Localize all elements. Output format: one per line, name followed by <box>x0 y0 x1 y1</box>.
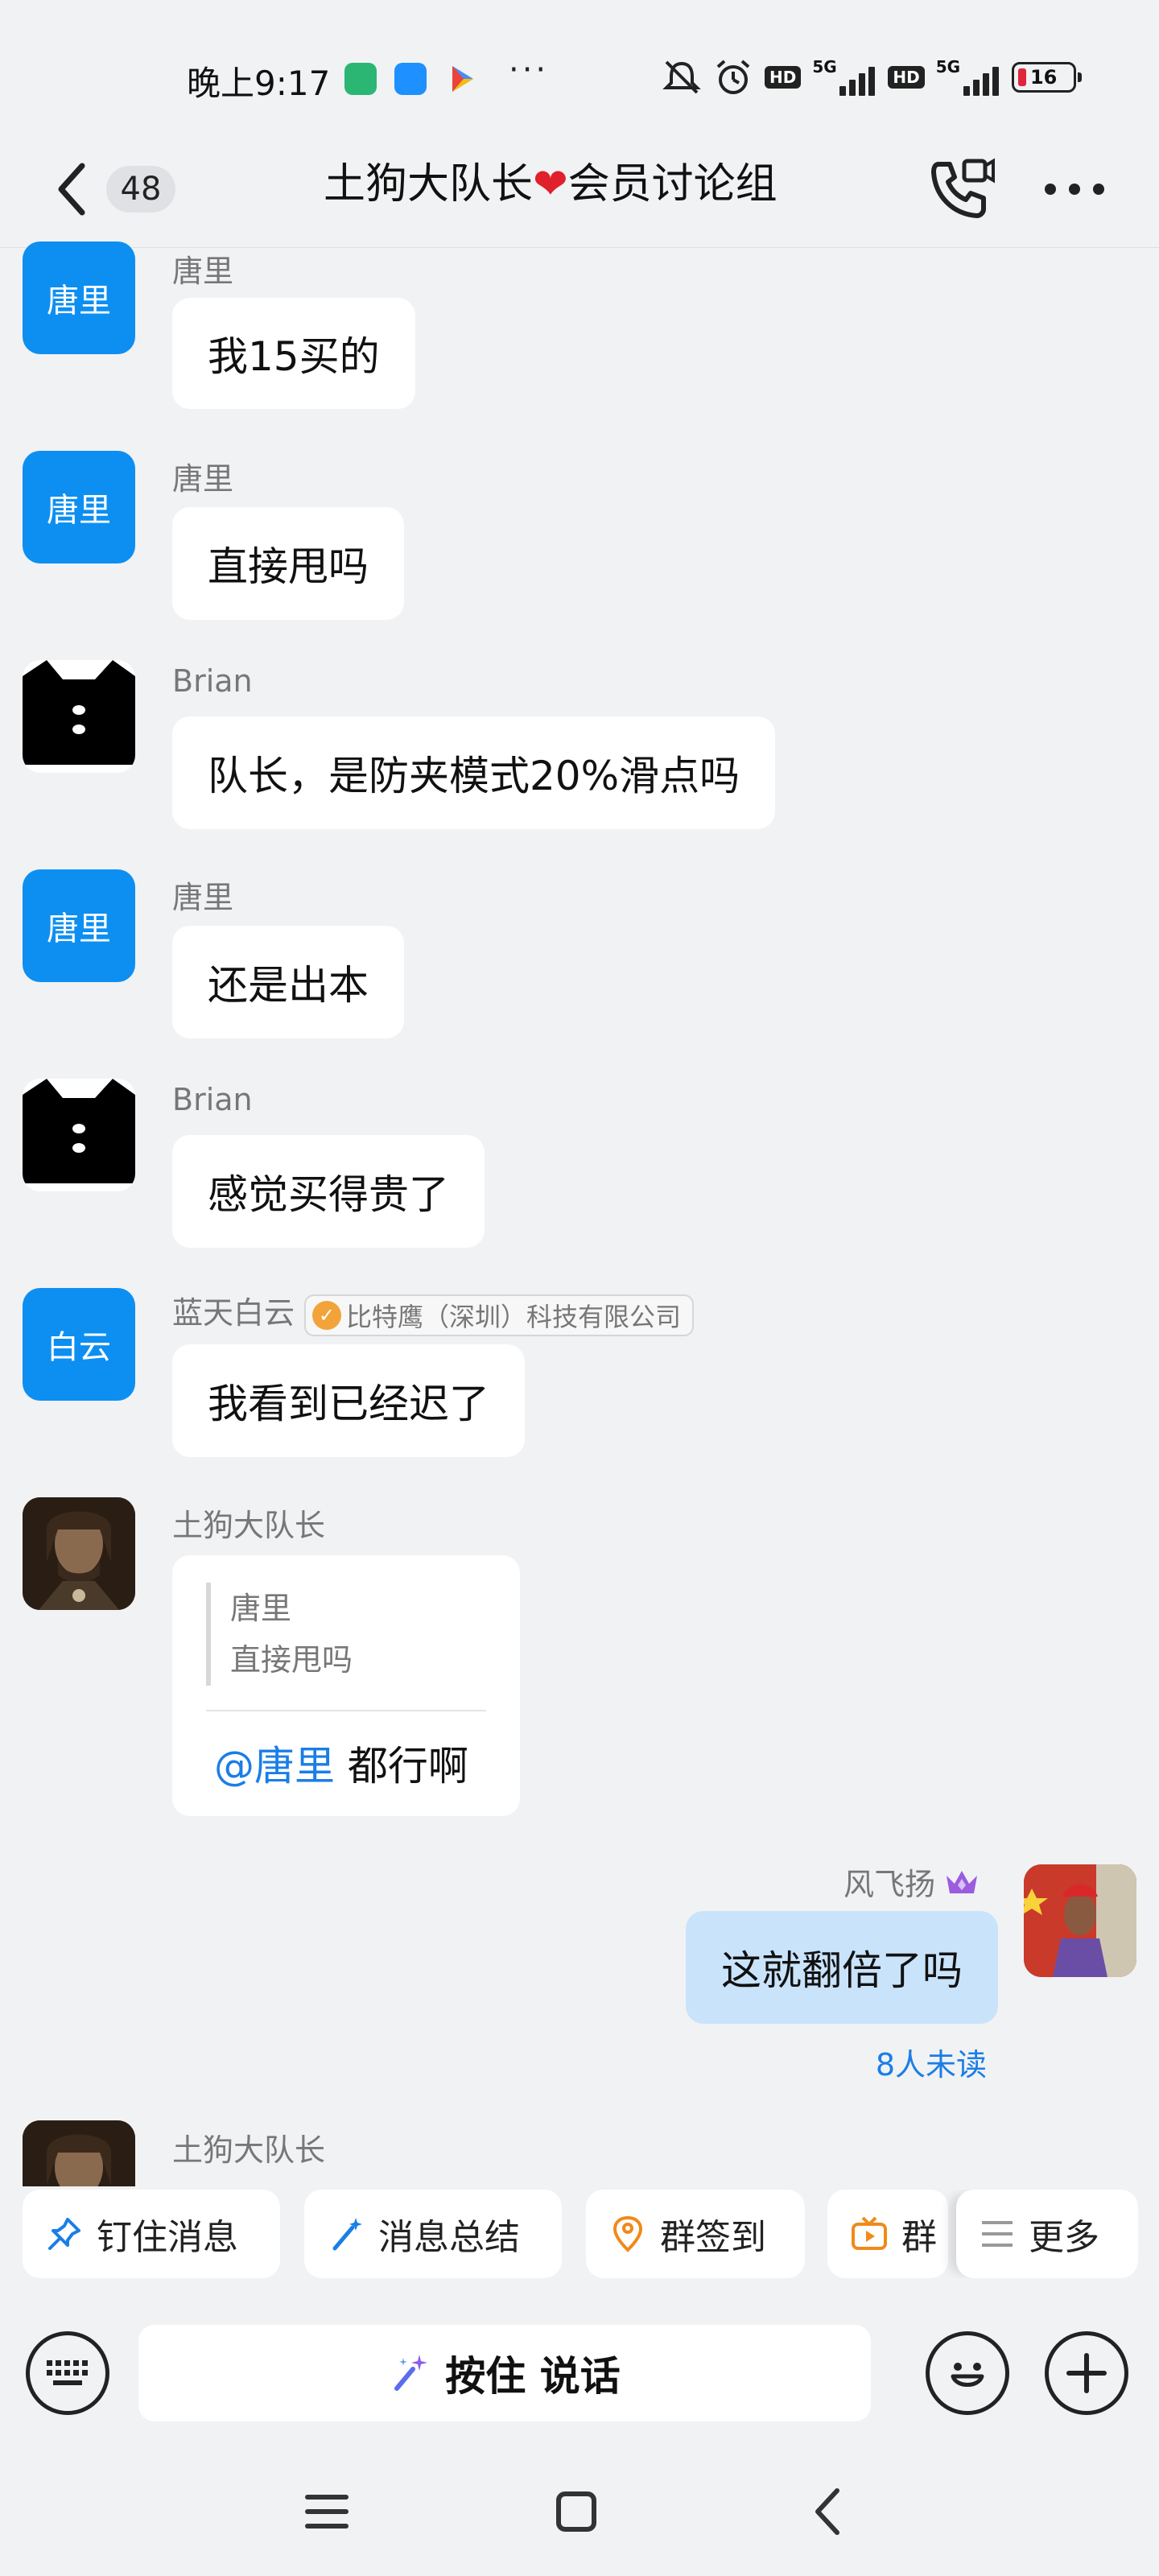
back-nav-icon[interactable] <box>797 2479 861 2544</box>
battery-icon: 16 <box>1011 62 1082 93</box>
message-summary-button[interactable]: 消息总结 <box>304 2190 562 2278</box>
hold-to-talk-label: 按住 说话 <box>445 2353 621 2400</box>
signal-5g-icon-2: 5G <box>936 57 1000 96</box>
chat-title-prefix: 土狗大队长 <box>324 160 534 208</box>
company-tag[interactable]: ✓ 比特鹰（深圳）科技有限公司 <box>304 1294 695 1336</box>
ai-sparkle-wand-icon <box>394 2355 428 2391</box>
shield-app-icon <box>344 63 377 95</box>
avatar[interactable] <box>23 1497 135 1610</box>
quoted-sender: 唐里 <box>230 1591 292 1626</box>
avatar[interactable] <box>23 2120 135 2186</box>
avatar[interactable]: 唐里 <box>23 242 135 354</box>
more-actions-label: 更多 <box>1029 2217 1099 2258</box>
verified-icon: ✓ <box>312 1300 342 1330</box>
black-cat-avatar-icon <box>23 1079 135 1183</box>
input-bar: 按住 说话 <box>0 2302 1159 2439</box>
sender-line: 蓝天白云 ✓ 比特鹰（深圳）科技有限公司 <box>172 1288 695 1336</box>
group-checkin-label: 群签到 <box>660 2217 766 2258</box>
pin-message-label: 钉住消息 <box>97 2217 238 2258</box>
recent-apps-icon[interactable] <box>295 2479 359 2544</box>
quoted-text: 直接甩吗 <box>230 1642 353 1678</box>
play-store-icon <box>452 66 473 92</box>
self-sender-line: 风飞扬 <box>843 1860 980 1904</box>
heart-icon: ❤ <box>533 160 568 208</box>
more-actions-button[interactable]: 更多 <box>956 2190 1138 2278</box>
man-portrait-avatar-icon <box>23 2120 135 2186</box>
group-live-button[interactable]: 群 <box>827 2190 948 2278</box>
hold-to-talk-button[interactable]: 按住 说话 <box>138 2325 871 2421</box>
message-summary-label: 消息总结 <box>378 2217 520 2258</box>
sender-name: Brian <box>172 1082 253 1117</box>
add-more-button[interactable] <box>1045 2331 1128 2415</box>
home-icon[interactable] <box>544 2479 608 2544</box>
chat-title-suffix: 会员讨论组 <box>567 160 777 208</box>
plus-icon <box>1066 2353 1107 2393</box>
tv-icon <box>852 2216 887 2250</box>
system-nav-bar <box>0 2439 1159 2576</box>
signal-5g-icon: 5G <box>812 57 876 96</box>
hd-icon-2: HD <box>888 66 925 89</box>
keyboard-toggle-button[interactable] <box>26 2331 109 2415</box>
reply-text: @唐里 都行啊 <box>214 1734 468 1792</box>
sender-name: 唐里 <box>172 461 234 497</box>
sender-name: 土狗大队长 <box>172 2132 326 2168</box>
read-receipt-status[interactable]: 8人未读 <box>876 2040 987 2084</box>
self-message-bubble[interactable]: 这就翻倍了吗 <box>686 1911 998 2024</box>
chat-header: 48 土狗大队长❤会员讨论组 <box>0 129 1159 248</box>
menu-lines-icon <box>982 2221 1013 2247</box>
unread-count-badge[interactable]: 48 <box>106 166 175 213</box>
message-item: 土狗大队长 <box>0 2117 1159 2186</box>
sender-name: 风飞扬 <box>843 1867 935 1902</box>
chat-app-icon <box>394 63 427 95</box>
avatar[interactable]: 唐里 <box>23 451 135 564</box>
user-photo-avatar-icon <box>1024 1864 1136 1977</box>
back-arrow-icon[interactable] <box>47 153 95 225</box>
message-bubble[interactable]: 队长，是防夹模式20%滑点吗 <box>172 716 776 829</box>
status-more-dots: ··· <box>509 52 550 89</box>
smiley-icon <box>951 2363 984 2387</box>
battery-level: 16 <box>1029 66 1058 89</box>
alarm-icon <box>716 60 750 94</box>
status-time: 晚上9:17 <box>187 64 331 103</box>
company-tag-label: 比特鹰（深圳）科技有限公司 <box>346 1301 682 1332</box>
group-live-label: 群 <box>901 2217 937 2258</box>
status-icons: HD 5G HD 5G 16 <box>662 53 1082 101</box>
keyboard-icon <box>47 2360 88 2385</box>
reply-body: 都行啊 <box>335 1743 468 1790</box>
sender-name: 土狗大队长 <box>172 1508 326 1543</box>
sender-name: 唐里 <box>172 254 234 289</box>
reply-message-bubble[interactable]: 唐里 直接甩吗 @唐里 都行啊 <box>172 1555 520 1816</box>
avatar[interactable]: 唐里 <box>23 869 135 982</box>
location-pin-icon <box>612 2215 643 2252</box>
video-call-icon[interactable] <box>924 153 996 225</box>
sender-name: 唐里 <box>172 880 234 915</box>
quoted-message[interactable]: 唐里 直接甩吗 <box>206 1583 353 1686</box>
pin-icon <box>48 2218 80 2250</box>
mute-bell-icon <box>662 60 701 94</box>
man-portrait-avatar-icon <box>23 1497 135 1610</box>
more-options-icon[interactable] <box>1038 161 1111 217</box>
black-cat-avatar-icon <box>23 660 135 765</box>
sender-name: Brian <box>172 663 253 699</box>
chat-title[interactable]: 土狗大队长❤会员讨论组 <box>324 150 777 210</box>
avatar[interactable] <box>23 660 135 773</box>
message-bubble[interactable]: 直接甩吗 <box>172 507 404 620</box>
avatar[interactable]: 白云 <box>23 1288 135 1401</box>
quick-actions-bar: 钉住消息 消息总结 群签到 群 更多 <box>0 2190 1159 2278</box>
avatar[interactable] <box>23 1079 135 1191</box>
hd-icon: HD <box>765 66 802 89</box>
message-bubble[interactable]: 感觉买得贵了 <box>172 1135 485 1248</box>
crown-icon <box>947 1870 977 1893</box>
group-checkin-button[interactable]: 群签到 <box>586 2190 805 2278</box>
emoji-button[interactable] <box>926 2331 1009 2415</box>
self-avatar[interactable] <box>1024 1864 1136 1977</box>
quote-divider <box>206 1710 486 1711</box>
mention-link[interactable]: @唐里 <box>214 1743 335 1790</box>
message-bubble[interactable]: 我看到已经迟了 <box>172 1344 525 1457</box>
pin-message-button[interactable]: 钉住消息 <box>23 2190 280 2278</box>
message-bubble[interactable]: 我15买的 <box>172 298 415 409</box>
sender-name: 蓝天白云 <box>172 1295 295 1331</box>
magic-wand-icon <box>332 2218 362 2251</box>
message-bubble[interactable]: 还是出本 <box>172 926 404 1038</box>
